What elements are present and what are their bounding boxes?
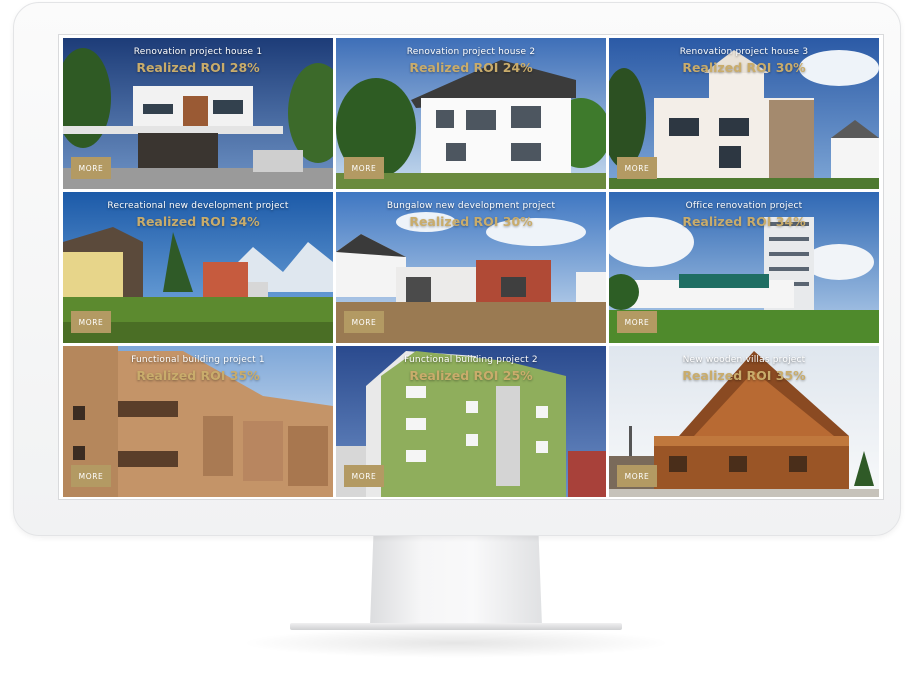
- project-roi: Realized ROI 30%: [682, 60, 806, 75]
- more-button[interactable]: MORE: [617, 465, 657, 487]
- more-button[interactable]: MORE: [344, 311, 384, 333]
- more-button[interactable]: MORE: [617, 311, 657, 333]
- monitor-shadow: [240, 628, 672, 658]
- project-title: Renovation project house 3: [679, 47, 809, 57]
- project-title: Functional building project 1: [131, 355, 265, 365]
- project-card[interactable]: Office renovation project Realized ROI 3…: [609, 192, 879, 343]
- more-button[interactable]: MORE: [71, 157, 111, 179]
- project-roi: Realized ROI 34%: [136, 214, 260, 229]
- project-title: Functional building project 2: [404, 355, 538, 365]
- monitor-stand-neck: [370, 534, 542, 626]
- project-title: Renovation project house 2: [406, 47, 536, 57]
- project-card[interactable]: Recreational new development project Rea…: [63, 192, 333, 343]
- more-button[interactable]: MORE: [71, 311, 111, 333]
- project-card[interactable]: New wooden villas project Realized ROI 3…: [609, 346, 879, 497]
- project-title: Renovation project house 1: [133, 47, 263, 57]
- project-grid: Renovation project house 1 Realized ROI …: [63, 38, 879, 497]
- project-card[interactable]: Renovation project house 3 Realized ROI …: [609, 38, 879, 189]
- monitor-stand-base: [290, 623, 622, 630]
- monitor-screen: Renovation project house 1 Realized ROI …: [58, 34, 884, 500]
- monitor-frame: Renovation project house 1 Realized ROI …: [13, 2, 901, 536]
- project-card[interactable]: Bungalow new development project Realize…: [336, 192, 606, 343]
- project-roi: Realized ROI 25%: [409, 368, 533, 383]
- project-card[interactable]: Renovation project house 2 Realized ROI …: [336, 38, 606, 189]
- more-button[interactable]: MORE: [344, 465, 384, 487]
- more-button[interactable]: MORE: [617, 157, 657, 179]
- project-roi: Realized ROI 28%: [136, 60, 260, 75]
- project-title: Recreational new development project: [107, 201, 289, 211]
- project-roi: Realized ROI 30%: [409, 214, 533, 229]
- project-card[interactable]: Renovation project house 1 Realized ROI …: [63, 38, 333, 189]
- project-title: Bungalow new development project: [386, 201, 556, 211]
- project-title: New wooden villas project: [682, 355, 806, 365]
- project-card[interactable]: Functional building project 2 Realized R…: [336, 346, 606, 497]
- project-card[interactable]: Functional building project 1 Realized R…: [63, 346, 333, 497]
- more-button[interactable]: MORE: [344, 157, 384, 179]
- more-button[interactable]: MORE: [71, 465, 111, 487]
- project-roi: Realized ROI 24%: [409, 60, 533, 75]
- project-roi: Realized ROI 34%: [682, 214, 806, 229]
- project-roi: Realized ROI 35%: [136, 368, 260, 383]
- project-roi: Realized ROI 35%: [682, 368, 806, 383]
- project-title: Office renovation project: [685, 201, 803, 211]
